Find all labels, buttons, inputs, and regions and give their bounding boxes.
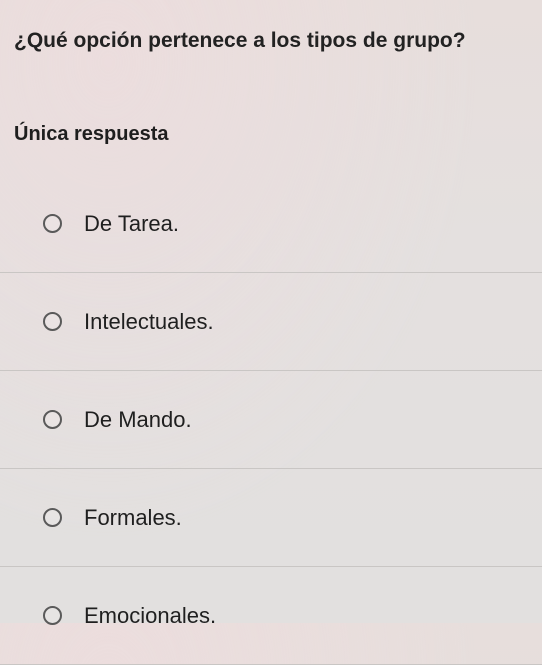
- option-label: De Tarea.: [84, 210, 179, 236]
- option-item[interactable]: De Mando.: [0, 371, 542, 469]
- radio-button[interactable]: [43, 312, 62, 331]
- question-text: ¿Qué opción pertenece a los tipos de gru…: [14, 29, 466, 52]
- answer-mode-label: Única respuesta: [14, 123, 169, 145]
- option-label: De Mando.: [84, 406, 192, 432]
- radio-button[interactable]: [43, 606, 62, 625]
- option-label: Formales.: [84, 504, 182, 530]
- options-list: De Tarea. Intelectuales. De Mando. Forma…: [0, 175, 542, 665]
- option-label: Emocionales.: [84, 602, 217, 628]
- radio-button[interactable]: [43, 508, 62, 527]
- radio-button[interactable]: [43, 410, 62, 429]
- option-item[interactable]: Intelectuales.: [0, 273, 542, 371]
- option-item[interactable]: De Tarea.: [0, 175, 542, 273]
- option-item[interactable]: Formales.: [0, 469, 542, 567]
- option-label: Intelectuales.: [84, 308, 214, 334]
- radio-button[interactable]: [43, 214, 62, 233]
- option-item[interactable]: Emocionales.: [0, 567, 542, 665]
